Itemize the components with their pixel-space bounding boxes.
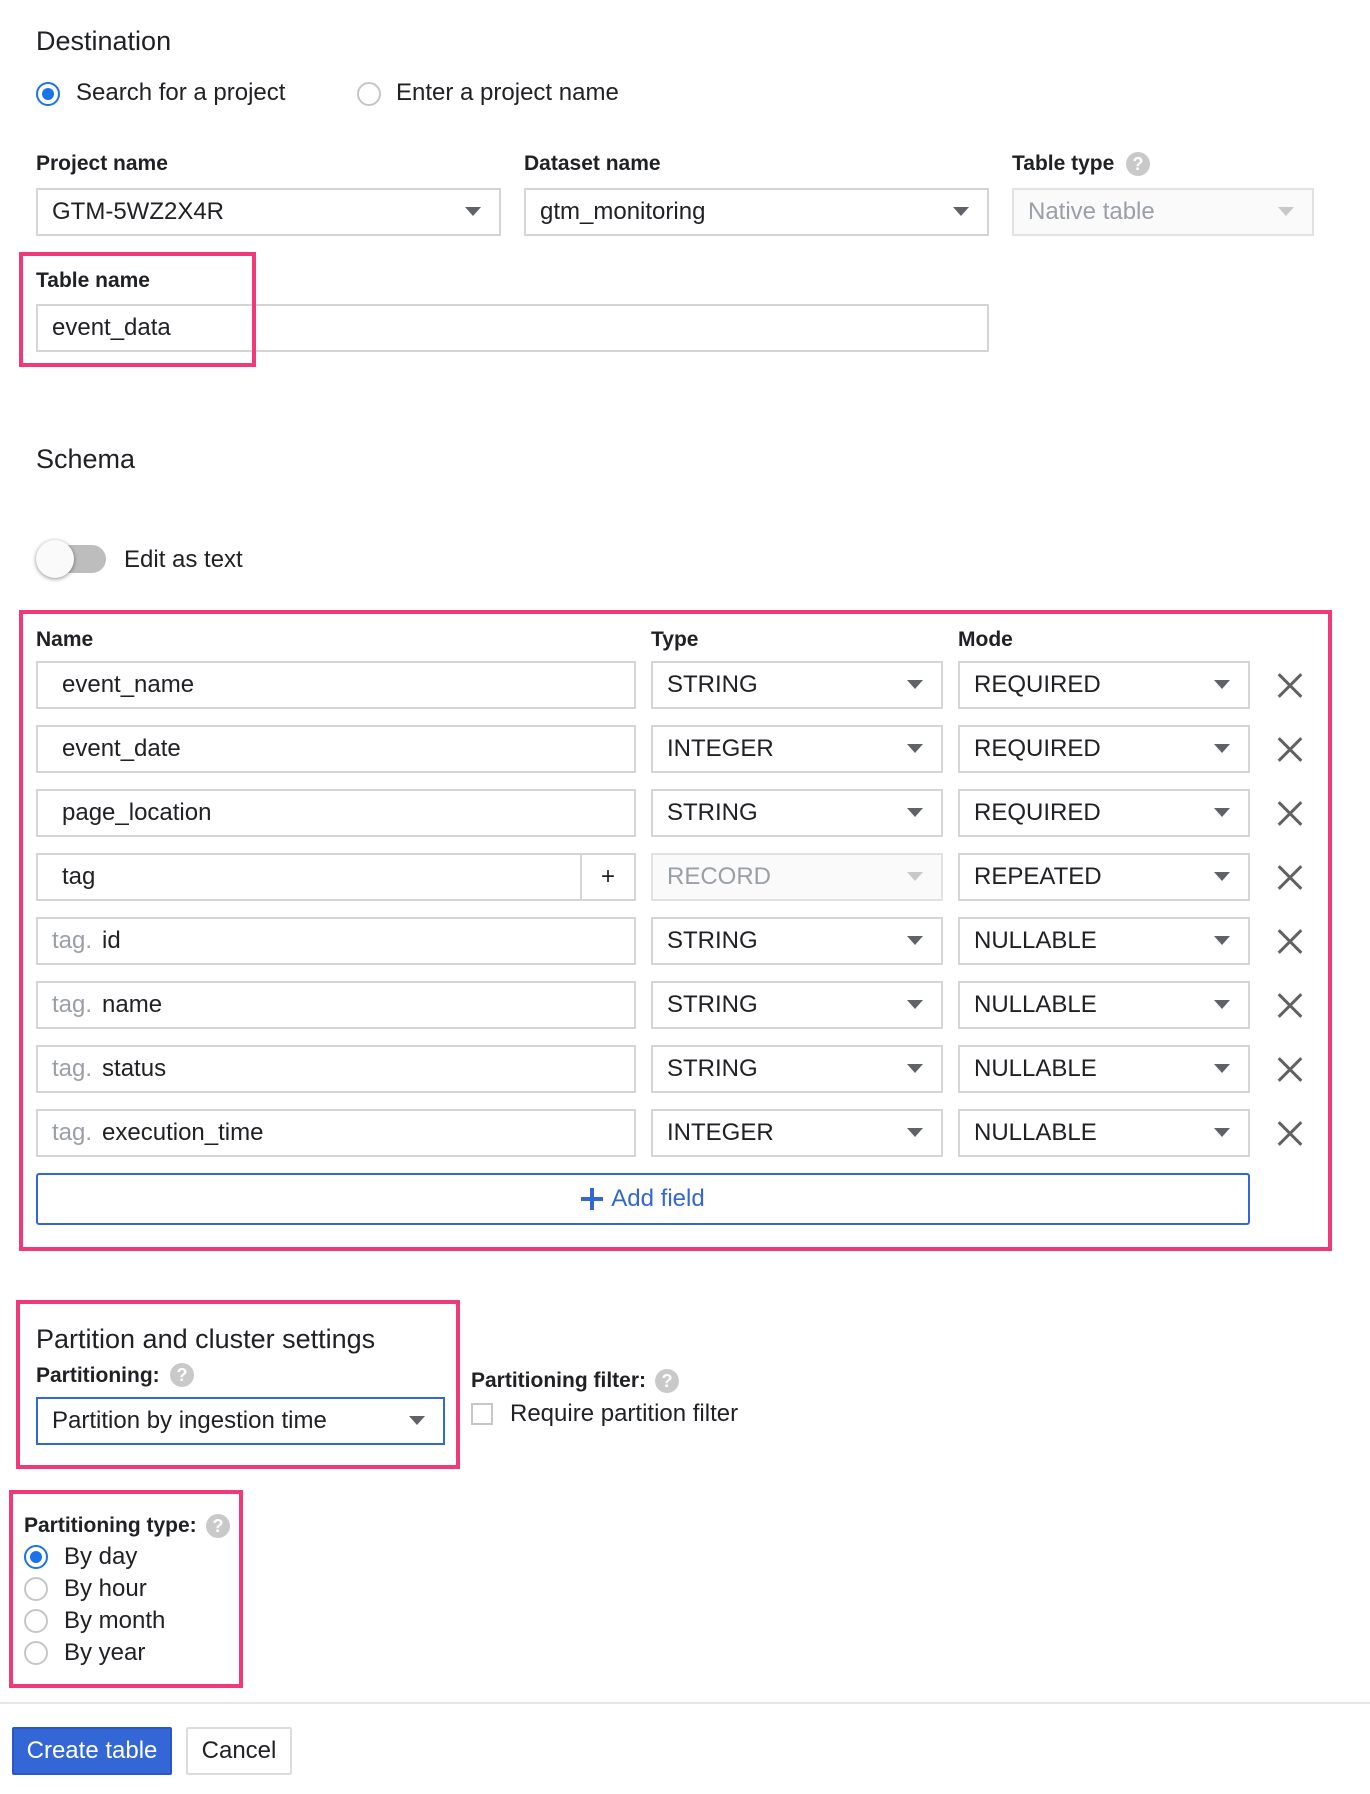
table-type-value: Native table xyxy=(1028,198,1155,225)
help-icon[interactable]: ? xyxy=(1126,152,1150,176)
highlight-box xyxy=(16,1300,460,1469)
chevron-down-icon xyxy=(465,207,481,216)
toggle-knob[interactable] xyxy=(36,540,74,578)
highlight-box xyxy=(9,1490,243,1688)
edit-as-text-label: Edit as text xyxy=(124,546,243,573)
highlight-box xyxy=(19,252,256,367)
dataset-name-label: Dataset name xyxy=(524,152,661,175)
help-icon[interactable]: ? xyxy=(655,1369,679,1393)
search-project-radio[interactable] xyxy=(36,82,60,106)
destination-title: Destination xyxy=(36,26,172,56)
project-name-value: GTM-5WZ2X4R xyxy=(52,198,225,225)
enter-project-label[interactable]: Enter a project name xyxy=(396,79,619,107)
require-partition-filter-checkbox[interactable] xyxy=(471,1403,493,1425)
chevron-down-icon xyxy=(953,207,969,216)
highlight-box xyxy=(19,610,1332,1251)
project-name-select[interactable]: GTM-5WZ2X4R xyxy=(36,188,501,236)
schema-title: Schema xyxy=(36,444,136,474)
search-project-label[interactable]: Search for a project xyxy=(76,79,285,107)
partitioning-filter-label: Partitioning filter: xyxy=(471,1369,646,1392)
dataset-name-select[interactable]: gtm_monitoring xyxy=(524,188,989,236)
project-name-label: Project name xyxy=(36,152,168,175)
dataset-name-value: gtm_monitoring xyxy=(540,198,706,225)
table-type-label: Table type xyxy=(1012,152,1115,175)
chevron-down-icon xyxy=(1278,207,1294,216)
footer-divider xyxy=(0,1702,1370,1704)
table-type-select: Native table xyxy=(1012,188,1314,236)
create-table-button[interactable]: Create table xyxy=(12,1727,172,1775)
enter-project-radio[interactable] xyxy=(357,82,381,106)
cancel-button[interactable]: Cancel xyxy=(186,1727,292,1775)
require-partition-filter-label: Require partition filter xyxy=(510,1400,739,1427)
